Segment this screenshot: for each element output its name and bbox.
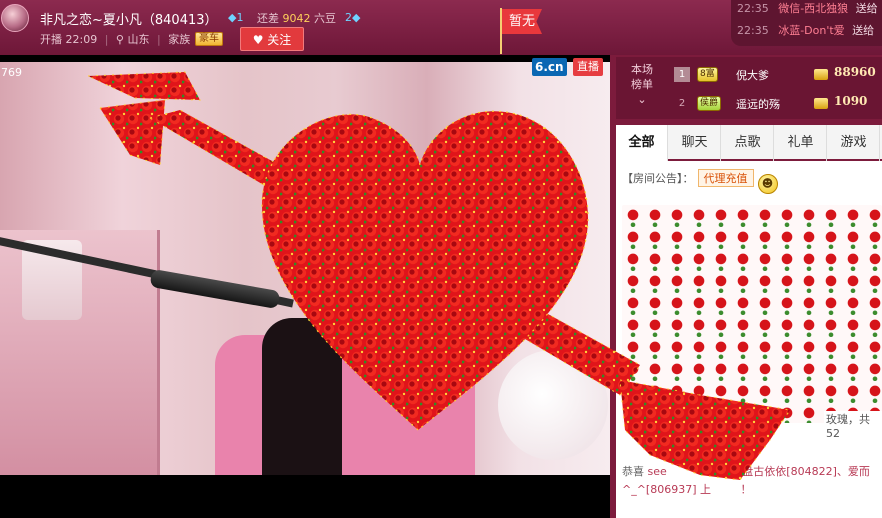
ticker-time: 22:35 xyxy=(737,2,769,15)
ranking-title-line2: 榜单 xyxy=(631,78,653,91)
app-window: { "header": { "anchor_name": "非凡之恋~夏小凡（8… xyxy=(0,0,882,518)
coin-icon xyxy=(814,98,828,109)
coin-icon xyxy=(814,69,828,80)
ticker-line: 22:35 冰蓝-Don't爱 送给 xyxy=(737,22,874,38)
gift-ticker: 22:35 微信-西北独狼 送给 22:35 冰蓝-Don't爱 送给 xyxy=(731,0,882,46)
ranking-title-line1: 本场 xyxy=(631,63,653,76)
rank-medal-badge: 8富 xyxy=(697,67,718,82)
recharge-tag[interactable]: 代理充值 xyxy=(697,169,754,187)
heart-icon: ♥ xyxy=(252,33,264,47)
ticker-time: 22:35 xyxy=(737,24,769,37)
ranking-title[interactable]: 本场 榜单 ⌄ xyxy=(620,62,664,107)
follow-label: 关注 xyxy=(267,33,292,47)
rank-user-name: 遥远的殇 xyxy=(736,98,780,111)
smiley-icon: ☻ xyxy=(757,174,778,194)
anchor-avatar[interactable] xyxy=(1,4,29,32)
live-badge: 直播 xyxy=(573,58,603,76)
family-badge[interactable]: 豪车 xyxy=(195,32,223,46)
follow-button[interactable]: ♥ 关注 xyxy=(240,27,304,51)
chevron-down-icon: ⌄ xyxy=(637,93,647,106)
plush-toy xyxy=(498,350,608,460)
announcement-prefix: 恭喜 xyxy=(622,465,644,478)
gift-caption: 玫瑰，共52 xyxy=(824,411,882,440)
ranking-row[interactable]: 1 8富 倪大爹 88960 xyxy=(668,63,882,85)
diamond-level: 1 xyxy=(236,11,244,24)
site-logo: 6.cn xyxy=(532,58,567,76)
progress-amount: 9042 xyxy=(282,12,311,25)
progress-unit: 六豆 xyxy=(314,12,336,25)
start-time: 开播 22:09 xyxy=(40,33,98,46)
announcement-end: ！ xyxy=(740,483,752,496)
announcement-names: see xyxy=(647,465,667,478)
rank-flag[interactable]: 暂无 xyxy=(502,9,542,34)
flag-pole xyxy=(500,8,502,54)
tab-all[interactable]: 全部 xyxy=(616,125,668,161)
viewer-count: 769 xyxy=(1,66,22,79)
ranking-row[interactable]: 2 侯爵 遥远的殇 1090 xyxy=(668,92,882,114)
rank-number: 1 xyxy=(674,67,690,82)
rank-score: 1090 xyxy=(834,94,868,108)
rank-score: 88960 xyxy=(834,65,876,79)
ticker-user[interactable]: 冰蓝-Don't爱 xyxy=(778,24,844,37)
tab-song-request[interactable]: 点歌 xyxy=(722,125,774,161)
family-label: 家族 xyxy=(168,33,191,46)
chat-tabs: 全部 聊天 点歌 礼单 游戏 xyxy=(616,125,882,161)
rose-gift-grid xyxy=(622,205,882,423)
streamer-body xyxy=(215,335,475,475)
tab-gift-list[interactable]: 礼单 xyxy=(775,125,827,161)
status-row: 开播 22:09 | ⚲ 山东 | 家族 xyxy=(40,33,191,46)
gift-announcement: 恭喜 see 盘古依依[804822]、爱而 ^_^[806937] 上 ！ xyxy=(622,463,882,499)
progress-prefix: 还差 xyxy=(257,12,279,25)
streamer-hair xyxy=(262,318,342,475)
anchor-name: 非凡之恋~夏小凡（840413） xyxy=(40,13,218,28)
diamond-icon: ◆1 xyxy=(228,11,244,24)
tab-games[interactable]: 游戏 xyxy=(828,125,880,161)
location-pin-icon: ⚲ xyxy=(115,33,124,46)
room-notice: 【房间公告】： 代理充值 ☻ xyxy=(622,169,882,194)
location-label: 山东 xyxy=(127,33,150,46)
tab-chat[interactable]: 聊天 xyxy=(669,125,721,161)
ticker-user[interactable]: 微信-西北独狼 xyxy=(778,2,848,15)
notice-label: 【房间公告】： xyxy=(622,172,694,185)
ticker-action: 送给 xyxy=(855,2,878,15)
rank-user-name: 倪大爹 xyxy=(736,69,769,82)
announcement-line2: ^_^[806937] 上 xyxy=(622,483,712,496)
rank-medal-badge: 侯爵 xyxy=(697,96,722,111)
ticker-line: 22:35 微信-西北独狼 送给 xyxy=(737,0,878,16)
announcement-tail: 盘古依依[804822]、爱而 xyxy=(742,465,870,478)
upgrade-progress: 还差 9042 六豆 xyxy=(257,10,336,26)
rank-number: 2 xyxy=(678,98,686,109)
ticker-action: 送给 xyxy=(852,24,875,37)
chat-panel: 全部 聊天 点歌 礼单 游戏 【房间公告】： 代理充值 ☻ 玫瑰，共52 恭喜 se… xyxy=(616,125,882,518)
diamond-icon-next: 2◆ xyxy=(345,11,361,24)
next-diamond-level: 2 xyxy=(345,11,352,24)
